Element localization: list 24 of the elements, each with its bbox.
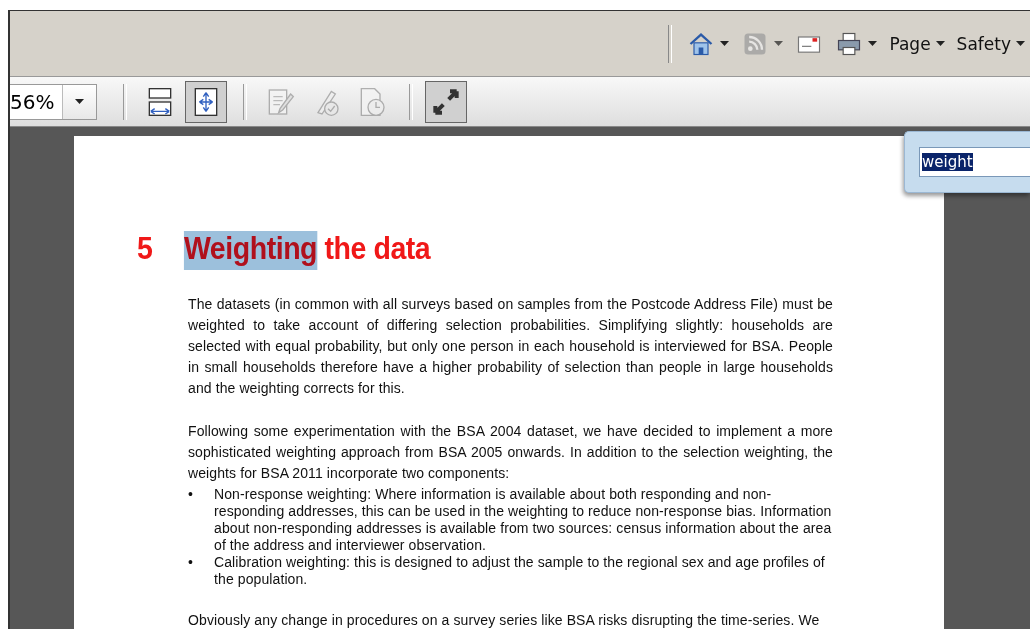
caret-icon <box>774 41 784 46</box>
zoom-field[interactable]: 56% <box>10 83 97 120</box>
caret-icon <box>75 99 84 104</box>
body-paragraph: Following some experimentation with the BSA 2004 dataset, we have decided to implement a more sophisticated weighting approach from BSA 2005 onwards. In addition to the selection weighting, the weights for BSA 2011 incorporate two components: <box>188 422 833 483</box>
caret-icon <box>935 41 945 46</box>
find-field[interactable]: weight <box>919 147 1030 177</box>
body-paragraph: Obviously any change in procedures on a survey series like BSA risks disrupting the time-series. We <box>188 611 821 629</box>
caret-icon <box>720 41 730 46</box>
bullet-mark: • <box>188 486 194 504</box>
full-screen-button[interactable] <box>425 80 467 123</box>
section-number: 5 <box>137 231 154 268</box>
bullet-mark: • <box>188 554 194 572</box>
zoom-dropdown-button[interactable] <box>62 84 96 119</box>
body-paragraph: The datasets (in common with all surveys based on samples from the Postcode Address File) must be weighted to take account of differing selection probabilities. Simplifying slightly: households are selected with equal probability, but only one person in each household is interviewed for BSA. People in small households therefore have a higher probability of selection than people in large households and the weighting corrects for this. <box>188 295 833 398</box>
search-match-highlight: Weighting <box>183 231 318 270</box>
zoom-input[interactable]: 56% <box>10 84 62 119</box>
section-title: the data <box>324 231 431 268</box>
menu-button[interactable]: Safety <box>953 31 1028 56</box>
bullet-text: Non-response weighting: Where information is available about both responding and non-responding addresses, this can be used in the weighting to reduce non-response bias. Information about non-responding addresses is available from two sources: census information about the area of the address and interviewer observation. <box>214 486 833 554</box>
caret-icon <box>1016 41 1025 46</box>
bullet-text: Calibration weighting: this is designed to adjust the sample to the regional sex and age profiles of the population. <box>214 554 826 588</box>
menu-button[interactable]: Page <box>886 31 948 56</box>
caret-icon <box>868 41 878 46</box>
fit-page-button[interactable] <box>185 80 227 123</box>
